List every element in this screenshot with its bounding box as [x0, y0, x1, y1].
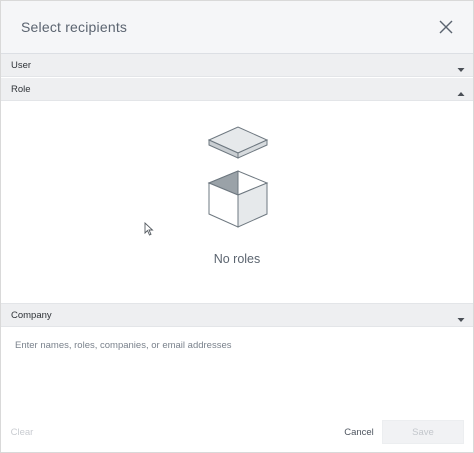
mouse-pointer-icon	[144, 221, 154, 236]
dialog-header: Select recipients	[1, 1, 473, 54]
clear-button[interactable]: Clear	[5, 420, 39, 444]
section-company-label: Company	[11, 309, 52, 321]
chevron-up-icon	[457, 85, 465, 96]
empty-box-icon	[206, 125, 270, 233]
section-user-label: User	[11, 59, 32, 71]
chevron-down-icon	[457, 61, 465, 72]
select-recipients-dialog: Select recipients User Role No roles Com…	[0, 0, 474, 453]
section-role-label: Role	[11, 83, 31, 95]
dialog-title: Select recipients	[21, 19, 128, 35]
chevron-down-icon	[457, 311, 465, 322]
empty-state-text: No roles	[213, 252, 261, 266]
section-role-header[interactable]: Role	[1, 78, 473, 101]
recipient-search-input[interactable]	[15, 335, 455, 355]
close-icon[interactable]	[437, 18, 455, 36]
save-button[interactable]: Save	[382, 420, 464, 444]
cancel-button[interactable]: Cancel	[337, 420, 381, 444]
section-company-header[interactable]: Company	[1, 304, 473, 327]
section-user-header[interactable]: User	[1, 54, 473, 77]
role-section-body: No roles	[1, 101, 473, 304]
